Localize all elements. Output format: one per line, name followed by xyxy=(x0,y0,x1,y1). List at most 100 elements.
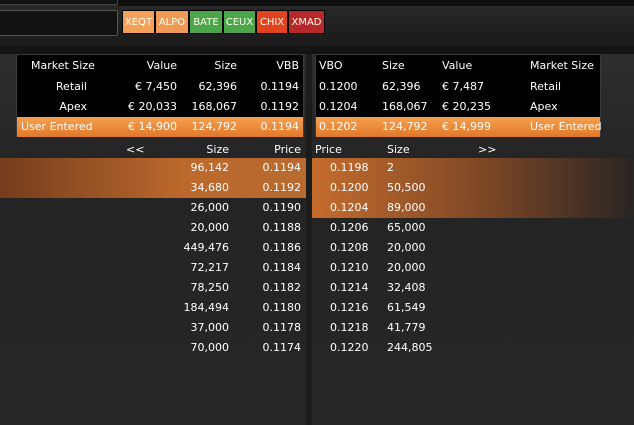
ask-market-size: Retail xyxy=(530,80,562,93)
ask-book-header: Price Size >> xyxy=(312,140,634,160)
bid-vbb: 0.1194 xyxy=(260,120,300,133)
ask-level-size: 89,000 xyxy=(387,201,426,214)
bid-level-price: 0.1184 xyxy=(262,261,302,274)
bid-scroll-left-button[interactable]: << xyxy=(126,140,144,160)
top-input-field-upper[interactable] xyxy=(0,0,118,5)
bid-level-row[interactable]: 37,000 0.1178 xyxy=(0,318,306,338)
ask-header-size: Size xyxy=(382,59,405,72)
ask-header-value: Value xyxy=(442,59,473,72)
bid-value: € 14,900 xyxy=(128,120,177,133)
bid-level-row[interactable]: 184,494 0.1180 xyxy=(0,298,306,318)
venue-bate-button[interactable]: BATE xyxy=(189,10,223,34)
bid-size: 62,396 xyxy=(198,80,238,93)
ask-level-price: 0.1208 xyxy=(330,241,369,254)
bid-value: € 7,450 xyxy=(135,80,177,93)
ask-scroll-right-button[interactable]: >> xyxy=(478,140,496,160)
bid-level-size: 70,000 xyxy=(190,341,230,354)
ask-level-price: 0.1216 xyxy=(330,301,369,314)
ask-market-size: User Entered xyxy=(530,120,602,133)
ask-level-price: 0.1198 xyxy=(330,161,369,174)
ask-level-size: 32,408 xyxy=(387,281,426,294)
ask-summary-row-retail[interactable]: 0.1200 62,396 € 7,487 Retail xyxy=(316,77,600,97)
separator xyxy=(0,46,634,54)
bid-summary-row-apex[interactable]: Apex € 20,033 168,067 0.1192 xyxy=(17,97,303,117)
bid-level-price: 0.1180 xyxy=(262,301,302,314)
bid-level-size: 72,217 xyxy=(190,261,230,274)
ask-market-size: Apex xyxy=(530,100,558,113)
ask-level-row[interactable]: 0.1220 244,805 xyxy=(312,338,634,358)
bid-level-size: 20,000 xyxy=(190,221,230,234)
bid-level-price: 0.1178 xyxy=(262,321,302,334)
venue-xmad-button[interactable]: XMAD xyxy=(288,10,325,34)
ask-vbo: 0.1200 xyxy=(319,80,358,93)
ask-level-row[interactable]: 0.1216 61,549 xyxy=(312,298,634,318)
ask-vbo: 0.1204 xyxy=(319,100,358,113)
ask-level-price: 0.1220 xyxy=(330,341,369,354)
ask-value: € 14,999 xyxy=(442,120,491,133)
ask-level-row[interactable]: 0.1208 20,000 xyxy=(312,238,634,258)
bid-summary-row-user-entered[interactable]: User Entered € 14,900 124,792 0.1194 xyxy=(17,117,303,137)
symbol-input[interactable] xyxy=(0,10,118,36)
ask-level-size: 50,500 xyxy=(387,181,426,194)
ask-level-price: 0.1204 xyxy=(330,201,369,214)
bid-market-size: User Entered xyxy=(21,120,93,133)
ask-book-header-size: Size xyxy=(387,143,410,156)
bid-level-size: 449,476 xyxy=(183,241,230,254)
bid-level-row[interactable]: 34,680 0.1192 xyxy=(0,178,306,198)
bid-level-price: 0.1182 xyxy=(262,281,302,294)
ask-value: € 7,487 xyxy=(442,80,484,93)
ask-level-row[interactable]: 0.1204 89,000 xyxy=(312,198,634,218)
bid-panel: Market Size Value Size VBB Retail € 7,45… xyxy=(0,54,306,425)
ask-level-row[interactable]: 0.1198 2 xyxy=(312,158,634,178)
bid-level-row[interactable]: 72,217 0.1184 xyxy=(0,258,306,278)
ask-level-row[interactable]: 0.1210 20,000 xyxy=(312,258,634,278)
bid-header-size: Size xyxy=(214,59,237,72)
ask-level-row[interactable]: 0.1206 65,000 xyxy=(312,218,634,238)
bid-level-price: 0.1194 xyxy=(262,161,302,174)
bid-level-price: 0.1190 xyxy=(262,201,302,214)
ask-level-row[interactable]: 0.1214 32,408 xyxy=(312,278,634,298)
ask-level-size: 41,779 xyxy=(387,321,426,334)
bid-market-size: Apex xyxy=(59,100,87,113)
ask-level-row[interactable]: 0.1200 50,500 xyxy=(312,178,634,198)
bid-level-row[interactable]: 96,142 0.1194 xyxy=(0,158,306,178)
ask-summary-row-apex[interactable]: 0.1204 168,067 € 20,235 Apex xyxy=(316,97,600,117)
ask-level-size: 2 xyxy=(387,161,394,174)
ask-level-row[interactable]: 0.1218 41,779 xyxy=(312,318,634,338)
bid-level-size: 37,000 xyxy=(190,321,230,334)
ask-size: 168,067 xyxy=(382,100,428,113)
bid-level-row[interactable]: 78,250 0.1182 xyxy=(0,278,306,298)
bid-size: 168,067 xyxy=(191,100,238,113)
ask-size: 124,792 xyxy=(382,120,428,133)
ask-vbo: 0.1202 xyxy=(319,120,358,133)
ask-level-size: 65,000 xyxy=(387,221,426,234)
ask-summary-header: VBO Size Value Market Size xyxy=(316,56,600,76)
bid-summary-row-retail[interactable]: Retail € 7,450 62,396 0.1194 xyxy=(17,77,303,97)
bid-size: 124,792 xyxy=(191,120,238,133)
venue-ceux-button[interactable]: CEUX xyxy=(223,10,256,34)
bid-level-price: 0.1192 xyxy=(262,181,302,194)
bid-level-price: 0.1186 xyxy=(262,241,302,254)
ask-book-header-price: Price xyxy=(315,143,342,156)
bid-book-header: << Size Price xyxy=(0,140,306,160)
venue-xeqt-button[interactable]: XEQT xyxy=(122,10,155,34)
bid-vbb: 0.1194 xyxy=(260,80,300,93)
ask-size: 62,396 xyxy=(382,80,421,93)
bid-header-value: Value xyxy=(146,59,177,72)
ask-panel: VBO Size Value Market Size 0.1200 62,396… xyxy=(312,54,634,425)
bid-level-row[interactable]: 20,000 0.1188 xyxy=(0,218,306,238)
bid-level-size: 34,680 xyxy=(190,181,230,194)
ask-level-size: 20,000 xyxy=(387,261,426,274)
bid-level-row[interactable]: 26,000 0.1190 xyxy=(0,198,306,218)
ask-header-vbo: VBO xyxy=(319,59,343,72)
bid-book-header-size: Size xyxy=(206,143,229,156)
bid-level-size: 78,250 xyxy=(190,281,230,294)
bid-level-row[interactable]: 70,000 0.1174 xyxy=(0,338,306,358)
venue-chix-button[interactable]: CHIX xyxy=(256,10,288,34)
top-strip xyxy=(118,0,634,6)
bid-level-row[interactable]: 449,476 0.1186 xyxy=(0,238,306,258)
ask-level-size: 61,549 xyxy=(387,301,426,314)
ask-summary-row-user-entered[interactable]: 0.1202 124,792 € 14,999 User Entered xyxy=(316,117,602,137)
venue-alpo-button[interactable]: ALPO xyxy=(155,10,189,34)
bid-header-vbb: VBB xyxy=(276,59,299,72)
